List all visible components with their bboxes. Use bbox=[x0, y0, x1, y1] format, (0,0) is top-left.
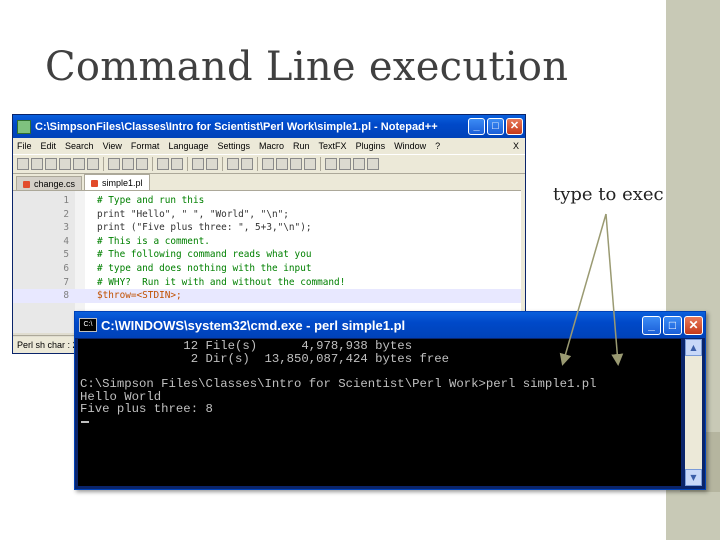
arrow-to-script-name bbox=[605, 213, 624, 366]
arrow-to-perl-command bbox=[559, 213, 607, 366]
callout-arrows bbox=[559, 213, 624, 366]
